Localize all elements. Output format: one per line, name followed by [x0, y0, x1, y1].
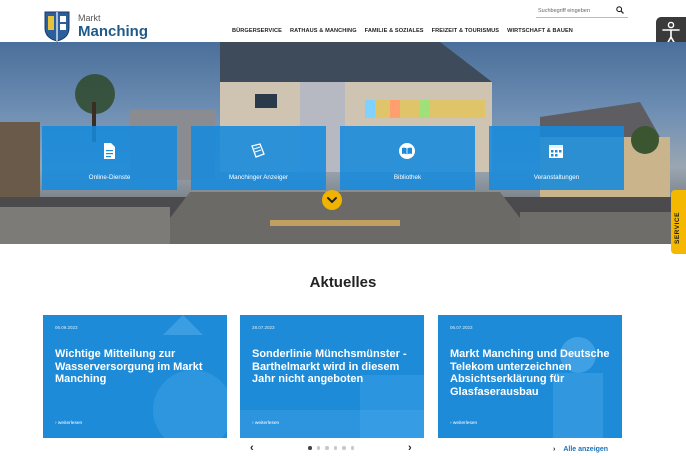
search-placeholder: Suchbegriff eingeben: [538, 8, 590, 14]
chevron-down-icon: [327, 197, 337, 204]
nav-item-freizeit[interactable]: FREIZEIT & TOURISMUS: [432, 28, 499, 34]
section-title-news: Aktuelles: [309, 274, 377, 291]
news-pager: ‹ ›: [250, 442, 420, 454]
search-input[interactable]: Suchbegriff eingeben: [536, 5, 628, 18]
read-more-link[interactable]: › weiterlesen: [450, 421, 477, 426]
site-header: Markt Manching Suchbegriff eingeben BÜRG…: [0, 0, 686, 42]
logo-small-text: Markt: [78, 12, 101, 23]
news-headline: Wichtige Mitteilung zur Wasserversorgung…: [55, 348, 203, 386]
search-icon[interactable]: [616, 6, 624, 14]
service-side-tab[interactable]: SERVICE: [671, 190, 686, 254]
book-icon: [399, 143, 415, 159]
tile-veranstaltungen[interactable]: Veranstaltungen: [489, 126, 624, 190]
pager-prev-button[interactable]: ‹: [250, 442, 254, 454]
calendar-icon: [549, 145, 563, 158]
pager-dot[interactable]: [342, 446, 346, 450]
nav-item-wirtschaft[interactable]: WIRTSCHAFT & BAUEN: [507, 28, 573, 34]
news-date: 06.07.2023: [450, 325, 473, 330]
news-headline: Markt Manching und Deutsche Telekom unte…: [450, 348, 610, 398]
news-card[interactable]: 28.07.2023 Sonderlinie Münchsmünster - B…: [240, 315, 424, 438]
chevron-right-icon: ›: [553, 446, 556, 453]
pager-dot[interactable]: [308, 446, 312, 450]
news-date: 06.09.2023: [55, 325, 78, 330]
news-date: 28.07.2023: [252, 325, 275, 330]
news-headline: Sonderlinie Münchsmünster - Barthelmarkt…: [252, 348, 407, 386]
site-logo[interactable]: Markt Manching: [42, 10, 148, 42]
pager-dots: [308, 446, 354, 450]
service-tab-label: SERVICE: [674, 212, 681, 244]
pager-next-button[interactable]: ›: [408, 442, 412, 454]
news-card[interactable]: 06.09.2023 Wichtige Mitteilung zur Wasse…: [43, 315, 227, 438]
document-icon: [104, 143, 115, 159]
main-navigation: BÜRGERSERVICE RATHAUS & MANCHING FAMILIE…: [232, 28, 573, 34]
pager-dot[interactable]: [333, 446, 337, 450]
nav-item-familie[interactable]: FAMILIE & SOZIALES: [365, 28, 424, 34]
logo-town-name: Manching: [78, 22, 148, 40]
show-all-label: Alle anzeigen: [563, 446, 609, 453]
read-more-link[interactable]: › weiterlesen: [55, 421, 82, 426]
quick-links: Online-Dienste Manchinger Anzeiger Bibli…: [42, 126, 624, 193]
coat-of-arms-icon: [44, 11, 70, 42]
scroll-down-button[interactable]: [322, 190, 342, 210]
tile-label: Veranstaltungen: [533, 174, 580, 181]
pager-dot[interactable]: [325, 446, 329, 450]
tile-label: Online-Dienste: [88, 174, 131, 181]
show-all-link[interactable]: › Alle anzeigen: [553, 446, 608, 453]
tile-label: Manchinger Anzeiger: [228, 174, 289, 181]
tile-label: Bibliothek: [393, 174, 422, 181]
read-more-link[interactable]: › weiterlesen: [252, 421, 279, 426]
tile-online-dienste[interactable]: Online-Dienste: [42, 126, 177, 190]
nav-item-rathaus[interactable]: RATHAUS & MANCHING: [290, 28, 357, 34]
news-card[interactable]: 06.07.2023 Markt Manching und Deutsche T…: [438, 315, 622, 438]
tile-bibliothek[interactable]: Bibliothek: [340, 126, 475, 190]
pager-dot[interactable]: [350, 446, 354, 450]
hero-banner: Online-Dienste Manchinger Anzeiger Bibli…: [0, 42, 686, 244]
nav-item-buergerservice[interactable]: BÜRGERSERVICE: [232, 28, 282, 34]
pager-dot[interactable]: [316, 446, 320, 450]
newspaper-icon: [251, 143, 265, 158]
tile-manchinger-anzeiger[interactable]: Manchinger Anzeiger: [191, 126, 326, 190]
